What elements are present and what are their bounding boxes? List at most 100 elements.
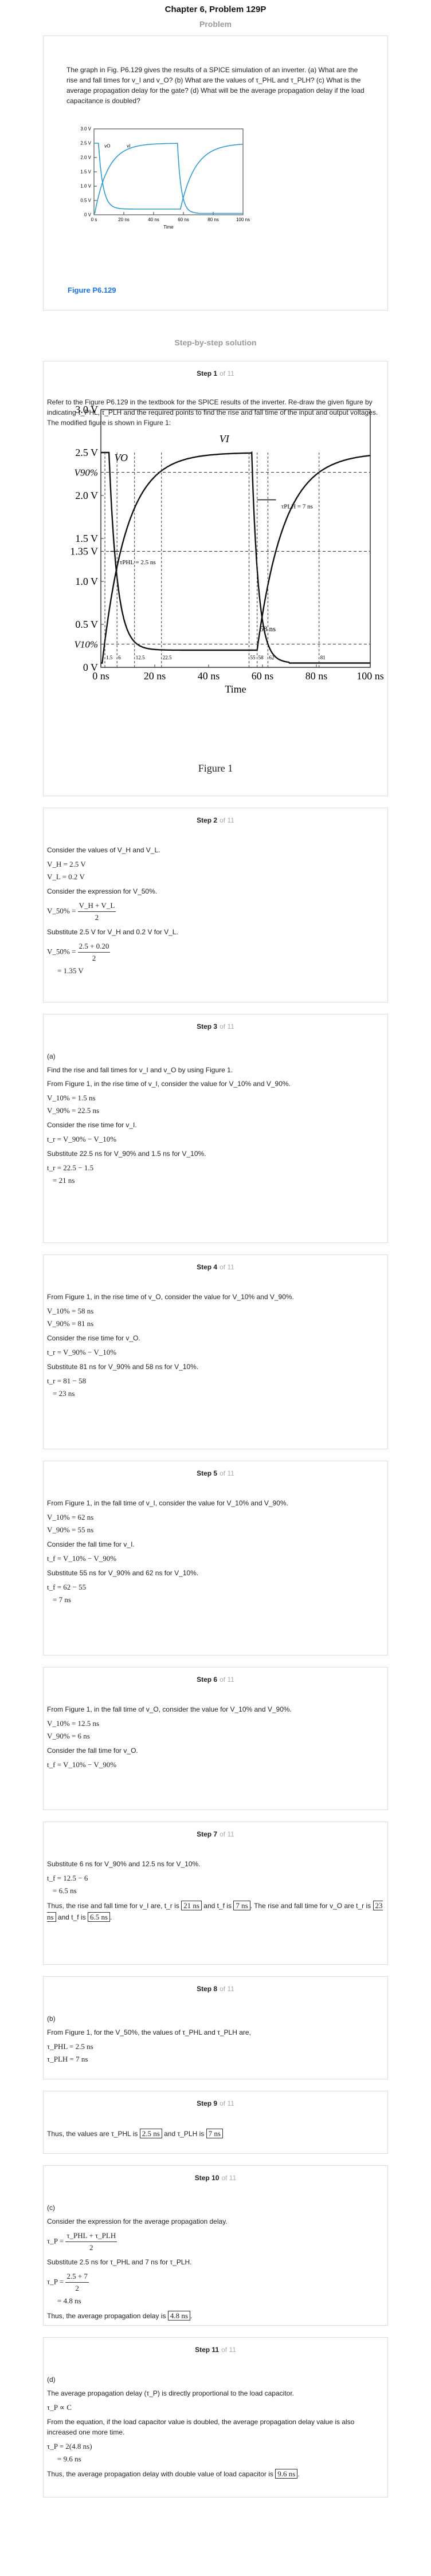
y-tick-label: 2.5 V: [80, 141, 91, 146]
vi-curve: [94, 142, 243, 214]
x-tick-label: 20 ns: [118, 217, 130, 222]
s5-expr: t_f = V_10% − V_90%: [47, 1554, 117, 1563]
s11-conclusion: Thus, the average propagation delay with…: [47, 2469, 300, 2479]
s10-p1: Consider the expression for the average …: [47, 2217, 228, 2225]
step-5-card: Step 5 of 11 From Figure 1, in the fall t…: [43, 1461, 388, 1655]
y-tick-label: 1.5 V: [75, 533, 98, 544]
y-tick-label: 1.5 V: [80, 170, 91, 175]
problem-card: The graph in Fig. P6.129 gives the resul…: [43, 36, 388, 310]
s10-label: (c): [47, 2204, 55, 2212]
s6-v90: V_90% = 6 ns: [47, 1732, 90, 1740]
step-11-card: Step 11 of 11 (d) The average propagation…: [43, 2337, 388, 2498]
s2-expr: V_50% = V_H + V_L 2: [47, 901, 116, 922]
y-tick-label-1.35: 1.35 V: [70, 546, 98, 557]
vo-label: vO: [104, 144, 110, 149]
s6-p1: From Figure 1, in the fall time of v_O, …: [47, 1705, 292, 1713]
figure-1-caption: Figure 1: [198, 762, 233, 774]
s2-result: = 1.35 V: [57, 966, 84, 975]
plot-frame: [93, 128, 244, 215]
y-tick-label: 1.0 V: [80, 184, 91, 189]
y-tick-label: 0.5 V: [80, 198, 91, 203]
s10-sub: τ_P = 2.5 + 72: [47, 2272, 89, 2292]
x-axis-label: Time: [163, 225, 174, 230]
y-tick-label: 3.0 V: [75, 405, 98, 415]
y-tick-label: 2.0 V: [75, 490, 98, 501]
s4-p3: Substitute 81 ns for V_90% and 58 ns for…: [47, 1363, 199, 1371]
x-axis-label: Time: [225, 683, 246, 695]
s10-p2: Substitute 2.5 ns for τ_PHL and 7 ns for…: [47, 2258, 192, 2266]
x-tick-label: 60 ns: [178, 217, 189, 222]
s5-v90: V_90% = 55 ns: [47, 1525, 94, 1534]
figure-link[interactable]: Figure P6.129: [68, 286, 116, 294]
v10-label: V10%: [74, 639, 98, 650]
step-4-card: Step 4 of 11 From Figure 1, in the rise t…: [43, 1254, 388, 1449]
s3-p1: Find the rise and fall times for v_I and…: [47, 1066, 233, 1074]
s3-v10: V_10% = 1.5 ns: [47, 1094, 96, 1102]
step-1-header: Step 1 of 11: [197, 369, 234, 377]
tphl-label: τPHL = 2.5 ns: [120, 559, 156, 566]
bottom-mark-label: 62: [269, 655, 274, 660]
s2-vl: V_L = 0.2 V: [47, 872, 85, 881]
s10-expr: τ_P = τ_PHL + τ_PLH 2: [47, 2231, 117, 2252]
s7-result: = 6.5 ns: [53, 1886, 77, 1895]
s11-eq: τ_P = 2(4.8 ns): [47, 2442, 92, 2451]
problem-label: Problem: [199, 19, 232, 29]
v90-label: V90%: [74, 467, 98, 478]
step-6-card: Step 6 of 11 From Figure 1, in the fall t…: [43, 1667, 388, 1810]
x-tick-label: 60 ns: [252, 670, 274, 682]
s3-label: (a): [47, 1052, 56, 1060]
step-7-card: Step 7 of 11 Substitute 6 ns for V_90% an…: [43, 1822, 388, 1965]
s11-label: (d): [47, 2376, 56, 2384]
s11-p2: From the equation, if the load capacitor…: [47, 2418, 355, 2436]
s6-expr: t_f = V_10% − V_90%: [47, 1760, 117, 1769]
s2-p2: Consider the expression for V_50%.: [47, 887, 158, 895]
solution-label: Step-by-step solution: [174, 338, 257, 347]
bottom-mark-label: 12.5: [136, 655, 145, 660]
s5-p1: From Figure 1, in the fall time of v_I, …: [47, 1499, 288, 1507]
bottom-mark-label: 6: [118, 655, 121, 660]
bottom-mark-label: 81: [320, 655, 326, 660]
s4-result: = 23 ns: [53, 1389, 75, 1398]
y-tick-label: 2.0 V: [80, 155, 91, 160]
s3-sub: t_r = 22.5 − 1.5: [47, 1163, 94, 1172]
y-tick-label: 2.5 V: [75, 447, 98, 458]
x-tick-label: 80 ns: [305, 670, 328, 682]
step-10-card: Step 10 of 11 (c) Consider the expression…: [43, 2165, 388, 2326]
s5-v10: V_10% = 62 ns: [47, 1513, 94, 1521]
x-tick-label: 80 ns: [207, 217, 219, 222]
plot-frame: [100, 409, 371, 668]
small-chart: 3.0 V2.5 V2.0 V1.5 V1.0 V0.5 V0 V0 s 20 n…: [80, 127, 250, 230]
x-tick-label: 40 ns: [198, 670, 220, 682]
step-8-card: Step 8 of 11 (b) From Figure 1, for the V…: [43, 1976, 388, 2079]
s2-vh: V_H = 2.5 V: [47, 860, 86, 868]
answer-box: 21 ns: [181, 1901, 202, 1910]
s6-v10: V_10% = 12.5 ns: [47, 1719, 100, 1728]
x-tick-label: 20 ns: [144, 670, 166, 682]
s4-p1: From Figure 1, in the rise time of v_O, …: [47, 1293, 294, 1301]
s8-plh: τ_PLH = 7 ns: [47, 2055, 88, 2063]
s7-conclusion: Thus, the rise and fall time for v_I are…: [47, 1901, 383, 1922]
s9-conclusion: Thus, the values are τ_PHL is 2.5 ns and…: [47, 2128, 384, 2140]
s11-prop: τ_P ∝ C: [47, 2403, 72, 2412]
y-tick-label: 1.0 V: [75, 576, 98, 587]
bottom-mark-label: 55: [250, 655, 256, 660]
vi-label: VI: [220, 433, 230, 445]
s11-p1: The average propagation delay (τ_P) is d…: [47, 2389, 294, 2397]
vo-label: VO: [115, 452, 128, 463]
s10-conclusion: Thus, the average propagation delay is 4…: [47, 2311, 193, 2321]
s8-p1: From Figure 1, for the V_50%, the values…: [47, 2028, 251, 2036]
s10-result: = 4.8 ns: [57, 2296, 81, 2305]
step-3-card: Step 3 of 11 (a) Find the rise and fall t…: [43, 1014, 388, 1243]
s8-label: (b): [47, 2015, 56, 2023]
s7-sub: t_f = 12.5 − 6: [47, 1874, 88, 1882]
s8-phl: τ_PHL = 2.5 ns: [47, 2042, 93, 2051]
s5-sub: t_f = 62 − 55: [47, 1583, 87, 1591]
s11-result: = 9.6 ns: [57, 2455, 81, 2463]
y-tick-label: 3.0 V: [80, 127, 91, 132]
answer-box: 7 ns: [206, 2129, 223, 2138]
answer-box: 9.6 ns: [275, 2469, 298, 2479]
s3-v90: V_90% = 22.5 ns: [47, 1106, 100, 1115]
x-tick-label: 100 ns: [236, 217, 250, 222]
y-tick-label: 0.5 V: [75, 619, 98, 630]
s3-p4: Substitute 22.5 ns for V_90% and 1.5 ns …: [47, 1150, 206, 1158]
